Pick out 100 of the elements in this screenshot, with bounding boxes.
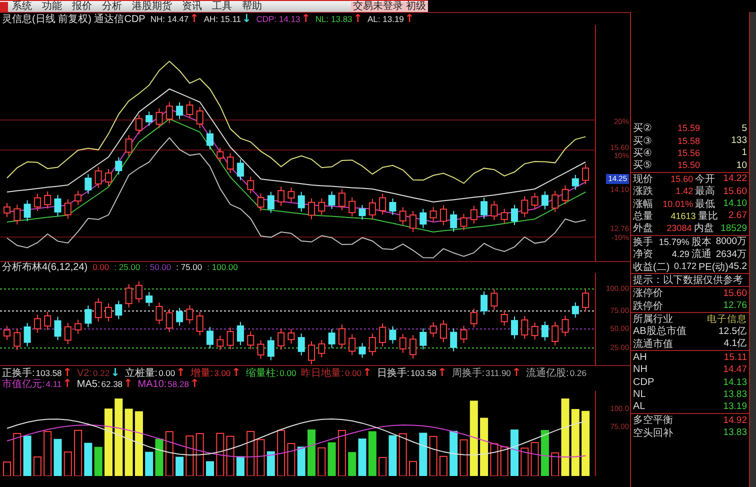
menu-item[interactable]: 分析 bbox=[102, 2, 122, 12]
quote-value: 45.2 bbox=[728, 260, 747, 272]
quote-value: 15.60 bbox=[723, 186, 747, 197]
quote-label: 股本 bbox=[691, 236, 712, 248]
arrow-glyph: ↑ bbox=[353, 14, 362, 24]
arrow-glyph: ↑ bbox=[62, 379, 72, 389]
bid-volume: 1 bbox=[742, 147, 747, 158]
indicator-value: 立桩量:0.00↑ bbox=[124, 368, 186, 378]
menu-item[interactable]: 系统 bbox=[12, 2, 32, 12]
indicator-value: 市值亿元:4.11↑ bbox=[2, 378, 72, 390]
arrow-glyph: ↑ bbox=[362, 368, 372, 378]
indicator-value: 缩量柱:0.00 bbox=[246, 368, 296, 378]
level-value: 0.00 bbox=[92, 262, 110, 273]
info-value: 电子信息 bbox=[707, 312, 747, 326]
info-value: 13.19 bbox=[723, 401, 747, 412]
info-value: 15.60 bbox=[723, 288, 747, 299]
quote-value: 2634万 bbox=[716, 248, 747, 261]
menu-item[interactable]: 帮助 bbox=[242, 2, 262, 12]
info-label: 所属行业 bbox=[633, 312, 673, 326]
info-label: CDP bbox=[633, 376, 654, 388]
info-value: 15.11 bbox=[724, 352, 747, 363]
level-value: : 25.00 bbox=[114, 262, 140, 273]
arrow-glyph: ↑ bbox=[190, 379, 200, 389]
bid-volume: 133 bbox=[731, 135, 747, 146]
info-value: 14.92 bbox=[723, 414, 747, 426]
bid-price: 15.50 bbox=[676, 160, 700, 170]
quote-value: 15.79% bbox=[658, 236, 690, 247]
quote-value: 4.29 bbox=[670, 249, 690, 260]
indicator-value: 周换手:311.90↑ bbox=[452, 368, 522, 378]
info-value: 13.83 bbox=[723, 388, 747, 400]
menu-item[interactable]: 工具 bbox=[212, 2, 232, 12]
info-label: 多空平衡 bbox=[633, 414, 673, 428]
notice-text: 提示：以下数据仅供参考 bbox=[633, 274, 743, 287]
bid-price: 15.58 bbox=[676, 136, 700, 146]
quote-value: 8000万 bbox=[716, 235, 747, 248]
indicator-value: V2:0.22↓ bbox=[77, 368, 120, 378]
quote-label: 外盘 bbox=[633, 222, 653, 236]
indicator-value: NH: 14.47↑ bbox=[150, 14, 199, 24]
quote-value: 41613 bbox=[670, 210, 696, 221]
menu-item[interactable]: 功能 bbox=[42, 2, 62, 12]
quote-label: PE(动) bbox=[698, 260, 728, 274]
indicator-value: NL: 13.83↑ bbox=[315, 14, 362, 24]
indicator-value: 流通亿股:0.26 bbox=[526, 368, 586, 378]
info-label: AB股总市值 bbox=[633, 324, 686, 338]
bid-label: 买③ bbox=[633, 134, 652, 148]
arrow-glyph: ↑ bbox=[232, 368, 241, 378]
info-label: AL bbox=[633, 401, 646, 412]
indicator-value: MA5:62.38↑ bbox=[76, 378, 133, 390]
bid-price: 15.59 bbox=[676, 123, 700, 134]
info-value: 14.13 bbox=[723, 376, 747, 388]
quote-value: 10.01% bbox=[662, 198, 694, 209]
quote-value: 23084 bbox=[666, 223, 692, 234]
info-value: 14.47 bbox=[723, 364, 747, 376]
quote-label: 最低 bbox=[695, 198, 716, 210]
quote-label: 总量 bbox=[633, 210, 653, 223]
bid-price: 15.56 bbox=[676, 148, 700, 158]
quote-value: 14.22 bbox=[723, 173, 747, 184]
info-label: 流通市值 bbox=[633, 338, 673, 351]
info-label: 涨停价 bbox=[633, 286, 663, 300]
quote-label: 净资 bbox=[633, 248, 653, 262]
info-label: NL bbox=[633, 388, 646, 400]
quote-label: 涨幅 bbox=[633, 198, 653, 210]
info-value: 12.76 bbox=[723, 300, 747, 312]
chart-title: 灵信息(日线 前复权) 通达信CDP bbox=[2, 14, 146, 24]
arrow-glyph: ↓ bbox=[242, 14, 252, 24]
arrow-glyph: ↑ bbox=[176, 368, 186, 378]
quote-label: 涨跌 bbox=[633, 184, 653, 198]
arrow-glyph: ↑ bbox=[512, 368, 522, 378]
indicator-value: MA10:58.28↑ bbox=[138, 378, 200, 390]
quote-label: 最高 bbox=[695, 184, 716, 198]
info-value: 13.83 bbox=[723, 427, 747, 438]
quote-label: 今开 bbox=[695, 172, 716, 186]
info-label: 空头回补 bbox=[633, 426, 673, 440]
quote-label: 换手 bbox=[633, 236, 653, 249]
indicator-value: 增量:3.00↑ bbox=[190, 368, 241, 378]
arrow-glyph: ↑ bbox=[124, 379, 133, 389]
arrow-glyph: ↑ bbox=[301, 14, 310, 24]
login-status: 交易未登录 初级 bbox=[351, 2, 428, 12]
indicator-value: AL: 13.19↑ bbox=[368, 14, 414, 24]
quote-label: 收益(二) bbox=[633, 260, 670, 274]
bid-volume: 10 bbox=[736, 160, 747, 171]
quote-value: 18529 bbox=[720, 222, 747, 234]
arrow-glyph: ↑ bbox=[438, 368, 447, 378]
indicator-value: AH: 15.11↓ bbox=[204, 14, 252, 24]
indicator-value: CDP: 14.13↑ bbox=[256, 14, 310, 24]
quote-label: 现价 bbox=[633, 172, 653, 186]
info-label: NH bbox=[633, 364, 648, 376]
indicator-value: 昨日地量:0.00↑ bbox=[301, 368, 372, 378]
info-label: AH bbox=[633, 352, 647, 363]
menu-item[interactable]: 报价 bbox=[72, 2, 92, 12]
quote-value: 14.10 bbox=[723, 198, 747, 210]
indicator-title: 分析布林4(6,12,24) bbox=[2, 262, 88, 273]
bid-label: 买② bbox=[633, 122, 652, 136]
info-value: 12.5亿 bbox=[718, 324, 747, 338]
arrow-glyph: ↑ bbox=[190, 14, 199, 24]
menu-item[interactable]: 港股期货 bbox=[132, 2, 172, 12]
menu-item[interactable]: 资讯 bbox=[182, 2, 202, 12]
quote-value: 0.172 bbox=[672, 261, 696, 272]
indicator-value: 日换手:103.58↑ bbox=[376, 368, 447, 378]
level-value: : 50.00 bbox=[145, 262, 172, 273]
